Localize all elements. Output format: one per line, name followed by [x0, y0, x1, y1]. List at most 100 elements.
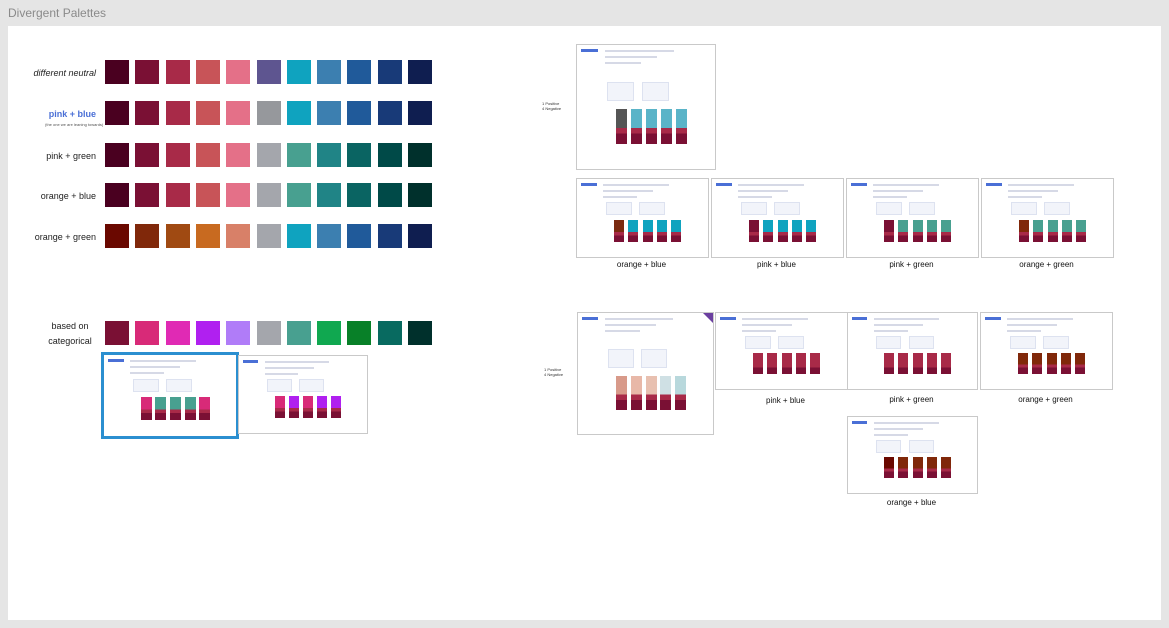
color-swatch[interactable]	[226, 143, 251, 167]
color-swatch[interactable]	[195, 183, 220, 207]
categorical-thumb-selected[interactable]	[101, 352, 239, 439]
caption-row2-1: pink + blue	[766, 396, 805, 405]
color-swatch[interactable]	[256, 224, 281, 248]
color-swatch[interactable]	[165, 60, 190, 84]
thumb-row3-1[interactable]	[847, 416, 978, 494]
color-swatch[interactable]	[165, 143, 190, 167]
thumb-row2-3[interactable]	[980, 312, 1113, 390]
overview-thumb-top[interactable]	[576, 44, 716, 170]
mini-stat-card	[639, 202, 665, 215]
color-swatch[interactable]	[286, 101, 311, 125]
thumb-row2-2[interactable]	[847, 312, 978, 390]
color-swatch[interactable]	[347, 183, 372, 207]
color-swatch[interactable]	[135, 321, 160, 345]
color-swatch[interactable]	[286, 224, 311, 248]
overview-thumb-bottom[interactable]	[577, 312, 714, 435]
categorical-thumb[interactable]	[238, 355, 368, 434]
color-swatch[interactable]	[377, 183, 402, 207]
caption-row1-4: orange + green	[1019, 260, 1074, 269]
color-swatch[interactable]	[226, 321, 251, 345]
color-swatch[interactable]	[317, 224, 342, 248]
color-swatch[interactable]	[286, 321, 311, 345]
color-swatch[interactable]	[256, 101, 281, 125]
color-swatch[interactable]	[286, 60, 311, 84]
color-swatch[interactable]	[105, 224, 129, 248]
color-swatch[interactable]	[317, 101, 342, 125]
mini-bar	[927, 220, 937, 242]
color-swatch[interactable]	[165, 224, 190, 248]
color-swatch[interactable]	[165, 183, 190, 207]
thumb-row1-1[interactable]	[576, 178, 709, 258]
color-swatch[interactable]	[286, 143, 311, 167]
mini-bar	[1076, 220, 1086, 242]
frame-title[interactable]: Divergent Palettes	[8, 6, 106, 20]
color-swatch[interactable]	[377, 101, 402, 125]
color-swatch[interactable]	[226, 183, 251, 207]
thumb-row2-1[interactable]	[715, 312, 848, 390]
color-swatch[interactable]	[317, 183, 342, 207]
color-swatch[interactable]	[347, 321, 372, 345]
color-swatch[interactable]	[105, 183, 129, 207]
color-swatch[interactable]	[135, 143, 160, 167]
mini-text-line	[1008, 196, 1042, 198]
design-canvas[interactable]: different neutral pink + blue (the one we …	[8, 26, 1161, 620]
color-swatch[interactable]	[256, 143, 281, 167]
color-swatch[interactable]	[135, 101, 160, 125]
color-swatch[interactable]	[317, 321, 342, 345]
color-swatch[interactable]	[408, 101, 432, 125]
thumb-row1-2[interactable]	[711, 178, 844, 258]
color-swatch[interactable]	[165, 321, 190, 345]
mini-bar	[199, 397, 210, 420]
mini-bar	[941, 457, 951, 478]
color-swatch[interactable]	[256, 60, 281, 84]
color-swatch[interactable]	[408, 60, 432, 84]
color-swatch[interactable]	[165, 101, 190, 125]
mini-bar	[1018, 353, 1028, 374]
color-swatch[interactable]	[347, 143, 372, 167]
mini-bar	[675, 376, 686, 410]
color-swatch[interactable]	[408, 224, 432, 248]
color-swatch[interactable]	[226, 101, 251, 125]
color-swatch[interactable]	[408, 183, 432, 207]
color-swatch[interactable]	[408, 321, 432, 345]
mini-logo	[852, 421, 867, 424]
mini-text-line	[603, 190, 653, 192]
color-swatch[interactable]	[195, 321, 220, 345]
mini-stat-card	[267, 379, 292, 392]
color-swatch[interactable]	[105, 321, 129, 345]
color-swatch[interactable]	[317, 143, 342, 167]
color-swatch[interactable]	[347, 101, 372, 125]
color-swatch[interactable]	[408, 143, 432, 167]
color-swatch[interactable]	[226, 224, 251, 248]
color-swatch[interactable]	[195, 143, 220, 167]
color-swatch[interactable]	[377, 224, 402, 248]
color-swatch[interactable]	[347, 60, 372, 84]
color-swatch[interactable]	[286, 183, 311, 207]
color-swatch[interactable]	[105, 143, 129, 167]
mini-bar	[913, 353, 923, 374]
color-swatch[interactable]	[195, 101, 220, 125]
color-swatch[interactable]	[105, 101, 129, 125]
color-swatch[interactable]	[347, 224, 372, 248]
mini-bar	[749, 220, 759, 242]
color-swatch[interactable]	[135, 183, 160, 207]
color-swatch[interactable]	[195, 60, 220, 84]
mini-stat-card	[133, 379, 159, 392]
mini-stat-card	[876, 440, 901, 453]
mini-stat-card	[909, 336, 934, 349]
color-swatch[interactable]	[135, 60, 160, 84]
thumb-row1-4[interactable]	[981, 178, 1114, 258]
color-swatch[interactable]	[256, 321, 281, 345]
color-swatch[interactable]	[317, 60, 342, 84]
color-swatch[interactable]	[195, 224, 220, 248]
thumb-row1-3[interactable]	[846, 178, 979, 258]
mini-bar	[810, 353, 820, 374]
color-swatch[interactable]	[105, 60, 129, 84]
color-swatch[interactable]	[135, 224, 160, 248]
color-swatch[interactable]	[377, 143, 402, 167]
color-swatch[interactable]	[377, 321, 402, 345]
color-swatch[interactable]	[256, 183, 281, 207]
palette-row-label: orange + blue	[40, 191, 96, 201]
color-swatch[interactable]	[377, 60, 402, 84]
color-swatch[interactable]	[226, 60, 251, 84]
